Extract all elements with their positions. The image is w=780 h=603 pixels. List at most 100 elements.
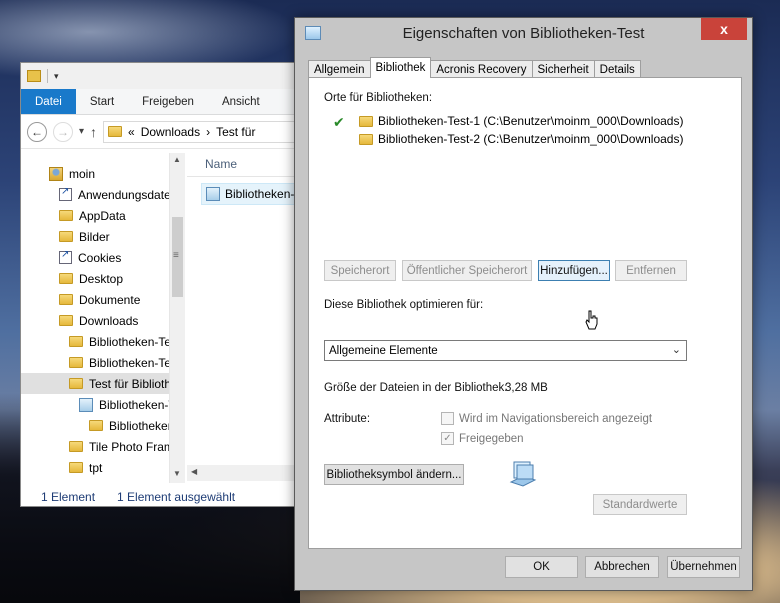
tree-item[interactable]: tpt [21,457,169,478]
folder-icon [69,336,83,347]
tab-acronis-recovery[interactable]: Acronis Recovery [430,60,533,78]
ok-button[interactable]: OK [505,556,578,578]
tree-item-label: Test für Bibliotheken [89,376,169,391]
save-location-button[interactable]: Speicherort [324,260,396,281]
folder-icon [69,357,83,368]
optimize-select[interactable]: Allgemeine Elemente ⌄ [324,340,687,361]
location-path: Bibliotheken-Test-1 (C:\Benutzer\moinm_0… [378,114,684,128]
status-bar: 1 Element 1 Element ausgewählt [21,487,311,507]
change-library-icon-button[interactable]: Bibliotheksymbol ändern... [324,464,464,485]
attr-shared-checkbox[interactable]: ✓ Freigegeben [441,432,524,445]
address-chevron-icon[interactable]: › [206,125,210,139]
explorer-body: moin Anwendungsdaten AppData Bilder Cookies D… [21,151,321,483]
tree-item[interactable]: moin [21,163,169,184]
tree-item-label: Dokumente [79,292,141,307]
remove-location-button[interactable]: Entfernen [615,260,687,281]
tree-item[interactable]: Test für Bibliotheken [21,373,169,394]
add-location-button[interactable]: Hinzufügen... [538,260,610,281]
tree-item-label: AppData [79,208,126,223]
address-part-downloads[interactable]: Downloads [141,125,200,139]
tree-item[interactable]: Bibliotheken-Test-2 [21,352,169,373]
scroll-down-icon[interactable]: ▼ [173,469,181,478]
tree-item-label: Downloads [79,313,139,328]
folder-icon [359,115,373,127]
status-selected-count: 1 Element ausgewählt [117,490,236,504]
tree-item-label: tpt [89,460,103,475]
default-location-check-icon: ✔ [333,114,345,130]
tree-item[interactable]: Tile Photo Frame [21,436,169,457]
folder-icon [27,70,41,82]
tab-allgemein[interactable]: Allgemein [308,60,371,78]
library-icon [509,461,537,487]
tree-item[interactable]: Bibliotheken [21,415,169,436]
tree-item[interactable]: AppData [21,205,169,226]
apply-button[interactable]: Übernehmen [667,556,740,578]
address-bar[interactable]: « Downloads › Test für [103,120,303,143]
navigation-bar: ← → ▾ ↑ « Downloads › Test für [21,115,309,149]
address-overflow[interactable]: « [128,125,135,139]
folder-icon [59,294,73,305]
explorer-window: ▾ Datei Start Freigeben Ansicht ← → ▾ ↑ … [20,62,321,507]
shortcut-icon [59,186,72,201]
tab-panel-bibliothek: Orte für Bibliotheken: ✔ Bibliotheken-Te… [308,77,742,549]
public-location-button[interactable]: Öffentlicher Speicherort [402,260,532,281]
scrollbar-grip-icon: ≡ [173,250,179,261]
folder-icon [108,126,123,137]
ribbon-tab-datei[interactable]: Datei [21,89,76,114]
tree-item-label: Desktop [79,271,124,286]
back-arrow-icon[interactable]: ← [27,121,47,142]
library-icon [206,187,220,201]
folder-icon [59,273,73,284]
tree-item-label: Cookies [78,250,122,265]
attr-navigation-checkbox[interactable]: Wird im Navigationsbereich angezeigt [441,412,652,425]
properties-dialog: Eigenschaften von Bibliotheken-Test x Al… [294,17,753,591]
folder-icon [359,133,373,145]
close-button[interactable]: x [701,18,747,40]
library-icon [79,397,93,412]
attr-shared-label: Freigegeben [459,432,524,445]
scroll-left-icon[interactable]: ◀ [191,467,197,476]
folder-icon [89,420,103,431]
tree-scrollbar[interactable]: ▲ ≡ ▼ [169,153,185,483]
file-list: Name Bibliotheken-Test ◀ [187,151,321,483]
folder-icon [59,315,73,326]
library-icon [305,26,321,40]
chevron-down-icon: ⌄ [671,344,681,356]
tree-item-label: Bibliotheken-Test [99,397,169,412]
up-arrow-icon[interactable]: ↑ [90,124,97,140]
location-item[interactable]: Bibliotheken-Test-1 (C:\Benutzer\moinm_0… [359,114,683,128]
quick-access-dropdown-icon[interactable]: ▾ [54,71,59,82]
folder-icon [69,441,83,452]
ribbon-tab-freigeben[interactable]: Freigeben [128,89,208,114]
tree-item[interactable]: Dokumente [21,289,169,310]
tab-sicherheit[interactable]: Sicherheit [531,60,595,78]
scroll-up-icon[interactable]: ▲ [173,155,181,164]
folder-icon [59,231,73,242]
location-item[interactable]: Bibliotheken-Test-2 (C:\Benutzer\moinm_0… [359,132,683,146]
dialog-titlebar: Eigenschaften von Bibliotheken-Test x [295,18,752,48]
cancel-button[interactable]: Abbrechen [585,556,659,578]
tree-item[interactable]: Desktop [21,268,169,289]
tree-item-label: Tile Photo Frame [89,439,169,454]
tree-item[interactable]: Downloads [21,310,169,331]
hand-cursor-icon [585,310,598,330]
ribbon-tabs: Datei Start Freigeben Ansicht [21,89,309,115]
recent-locations-icon[interactable]: ▾ [79,126,84,137]
tab-bibliothek[interactable]: Bibliothek [369,57,432,78]
address-part-current[interactable]: Test für [216,125,255,139]
ribbon-tab-start[interactable]: Start [76,89,128,114]
ribbon-tab-ansicht[interactable]: Ansicht [208,89,274,114]
forward-arrow-icon[interactable]: → [53,121,73,142]
folder-icon [69,462,83,473]
tab-details[interactable]: Details [593,60,641,78]
tree-item[interactable]: Bibliotheken-Test [21,394,169,415]
attributes-label: Attribute: [324,413,371,425]
tree-item[interactable]: Bilder [21,226,169,247]
horizontal-scrollbar[interactable]: ◀ [187,465,311,481]
defaults-button[interactable]: Standardwerte [593,494,687,515]
tree-item[interactable]: Anwendungsdaten [21,184,169,205]
column-header-name[interactable]: Name [187,151,311,177]
status-item-count: 1 Element [41,490,96,504]
tree-item[interactable]: Bibliotheken-Test-1 [21,331,169,352]
tree-item[interactable]: Cookies [21,247,169,268]
